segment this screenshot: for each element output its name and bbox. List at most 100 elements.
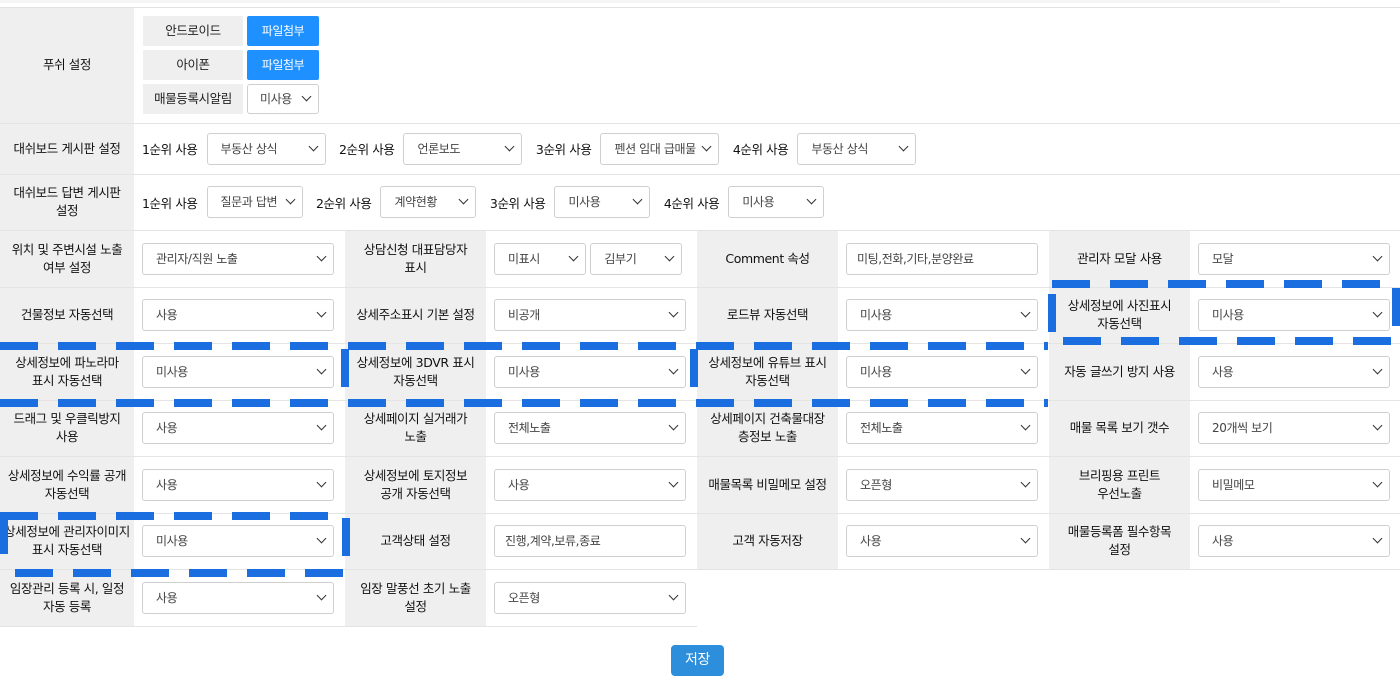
briefing-print-value: 비밀메모 (1212, 477, 1255, 492)
board-rank-4-label: 4순위 사용 (732, 142, 789, 157)
push-settings-row: 푸쉬 설정 안드로이드 파일첨부 아이폰 파일첨부 매물등록시알림 미사용 (0, 8, 1400, 124)
settings-row-1: 위치 및 주변시설 노출 여부 설정 관리자/직원 노출 상담신청 대표담당자 표시… (0, 230, 1400, 288)
youtube-label: 상세정보에 유튜브 표시 자동선택 (697, 343, 838, 401)
alarm-select[interactable]: 미사용 (247, 84, 319, 115)
consult-display-select[interactable]: 미표시 (494, 242, 586, 275)
briefing-print-select[interactable]: 비밀메모 (1198, 468, 1390, 501)
top-divider (0, 0, 1400, 8)
address-display-label: 상세주소표시 기본 설정 (345, 287, 486, 344)
drag-block-cell: 사용 (134, 400, 345, 457)
vr3d-select[interactable]: 미사용 (494, 355, 686, 388)
chevron-down-icon (668, 477, 679, 487)
anti-spam-label: 자동 글쓰기 방지 사용 (1049, 343, 1190, 401)
comment-attr-label: Comment 속성 (697, 230, 838, 288)
land-info-label: 상세정보에 토지정보 공개 자동선택 (345, 456, 486, 514)
board-rank-1-label: 1순위 사용 (142, 142, 198, 157)
drag-block-select[interactable]: 사용 (142, 412, 334, 444)
visit-bubble-select[interactable]: 오픈형 (494, 581, 686, 614)
admin-image-cell: 미사용 (134, 513, 345, 570)
roadview-select[interactable]: 미사용 (846, 299, 1038, 331)
required-fields-cell: 사용 (1190, 513, 1400, 570)
customer-status-input[interactable]: 진행,계약,보류,종료 (494, 525, 686, 557)
reply-rank-4-select[interactable]: 미사용 (728, 186, 825, 218)
comment-attr-input[interactable]: 미팅,전화,기타,분양완료 (846, 242, 1038, 275)
photo-display-select[interactable]: 미사용 (1198, 299, 1390, 331)
real-price-select[interactable]: 전체노출 (494, 412, 686, 444)
customer-status-cell: 진행,계약,보류,종료 (486, 513, 697, 570)
list-count-cell: 20개씩 보기 (1190, 400, 1400, 457)
alarm-select-value: 미사용 (260, 92, 292, 107)
photo-display-cell: 미사용 (1190, 287, 1400, 344)
visit-bubble-cell: 오픈형 (486, 569, 697, 627)
roadview-value: 미사용 (860, 308, 892, 322)
list-count-value: 20개씩 보기 (1212, 421, 1273, 435)
admin-image-label: 상세정보에 관리자이미지 표시 자동선택 (0, 513, 134, 570)
consult-display-value: 미표시 (508, 251, 540, 266)
youtube-select[interactable]: 미사용 (846, 355, 1038, 388)
board-rank-4-select[interactable]: 부동산 상식 (797, 132, 917, 165)
required-fields-select[interactable]: 사용 (1198, 525, 1390, 557)
admin-image-select[interactable]: 미사용 (142, 525, 334, 557)
consult-manager-value: 김부기 (604, 251, 637, 266)
empty-cell (697, 569, 1400, 626)
board-rank-2: 2순위 사용 언론보도 (339, 132, 523, 165)
iphone-file-button[interactable]: 파일첨부 (247, 50, 319, 81)
chevron-down-icon (316, 364, 327, 374)
address-display-select[interactable]: 비공개 (494, 299, 686, 331)
building-register-cell: 전체노출 (838, 400, 1049, 457)
dashboard-reply-label: 대쉬보드 답변 게시판 설정 (0, 174, 134, 231)
admin-image-value: 미사용 (156, 534, 188, 548)
location-facility-select[interactable]: 관리자/직원 노출 (142, 242, 334, 275)
required-fields-label: 매물등록폼 필수항목 설정 (1049, 513, 1190, 570)
panorama-label: 상세정보에 파노라마 표시 자동선택 (0, 343, 134, 401)
reply-rank-1-select[interactable]: 질문과 답변 (206, 186, 303, 218)
chevron-down-icon (1020, 364, 1031, 374)
panorama-value: 미사용 (156, 364, 188, 379)
location-facility-value: 관리자/직원 노출 (156, 251, 238, 266)
chevron-down-icon (459, 194, 469, 205)
land-info-cell: 사용 (486, 456, 697, 514)
chevron-down-icon (1020, 420, 1031, 431)
chevron-down-icon (505, 141, 515, 151)
chevron-down-icon (1372, 420, 1383, 431)
android-file-button[interactable]: 파일첨부 (247, 16, 319, 47)
board-rank-1: 1순위 사용 부동산 상식 (142, 132, 326, 165)
visit-schedule-cell: 사용 (134, 569, 345, 627)
board-rank-4: 4순위 사용 부동산 상식 (732, 132, 917, 165)
building-info-cell: 사용 (134, 287, 345, 344)
board-rank-1-select[interactable]: 부동산 상식 (206, 132, 326, 165)
alarm-label: 매물등록시알림 (143, 84, 243, 115)
customer-autosave-value: 사용 (860, 534, 882, 548)
chevron-down-icon (568, 251, 579, 261)
board-rank-3-select[interactable]: 펜션 임대 급매물 (600, 132, 720, 165)
reply-rank-3-select[interactable]: 미사용 (554, 186, 651, 218)
customer-autosave-select[interactable]: 사용 (846, 525, 1038, 557)
building-info-select[interactable]: 사용 (142, 299, 334, 331)
admin-modal-select[interactable]: 모달 (1198, 242, 1390, 275)
land-info-select[interactable]: 사용 (494, 468, 686, 501)
consult-manager-select[interactable]: 김부기 (590, 242, 683, 275)
building-register-select[interactable]: 전체노출 (846, 412, 1038, 444)
visit-bubble-value: 오픈형 (508, 590, 540, 605)
chevron-down-icon (316, 533, 327, 544)
push-settings-label: 푸쉬 설정 (0, 8, 134, 124)
anti-spam-select[interactable]: 사용 (1198, 355, 1390, 388)
yield-select[interactable]: 사용 (142, 468, 334, 501)
admin-modal-value: 모달 (1212, 251, 1234, 266)
secret-memo-select[interactable]: 오픈형 (846, 468, 1038, 501)
location-facility-label: 위치 및 주변시설 노출 여부 설정 (0, 230, 134, 288)
push-settings-cell: 안드로이드 파일첨부 아이폰 파일첨부 매물등록시알림 미사용 (134, 8, 1400, 124)
panorama-select[interactable]: 미사용 (142, 355, 334, 388)
reply-rank-2-select[interactable]: 계약현황 (380, 186, 477, 218)
briefing-print-cell: 비밀메모 (1190, 456, 1400, 514)
board-rank-1-value: 부동산 상식 (220, 141, 278, 156)
list-count-select[interactable]: 20개씩 보기 (1198, 412, 1390, 444)
board-rank-2-select[interactable]: 언론보도 (403, 132, 523, 165)
visit-schedule-select[interactable]: 사용 (142, 581, 334, 614)
admin-modal-label: 관리자 모달 사용 (1049, 230, 1190, 288)
chevron-down-icon (898, 141, 909, 151)
photo-display-value: 미사용 (1212, 308, 1244, 322)
save-button[interactable]: 저장 (671, 645, 724, 676)
land-info-value: 사용 (508, 477, 530, 492)
android-label: 안드로이드 (143, 16, 243, 47)
